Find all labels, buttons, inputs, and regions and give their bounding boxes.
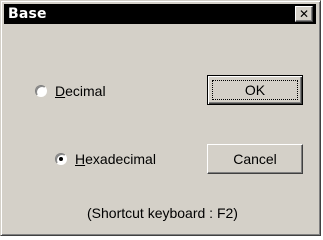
label-rest-hexadecimal: exadecimal bbox=[85, 151, 156, 167]
window-title: Base bbox=[8, 6, 47, 22]
radio-button-decimal[interactable] bbox=[35, 85, 47, 97]
label-rest-decimal: ecimal bbox=[65, 83, 106, 99]
title-bar[interactable]: Base ✕ bbox=[4, 4, 316, 24]
cancel-button[interactable]: Cancel bbox=[207, 144, 303, 174]
mnemonic-d: D bbox=[55, 83, 66, 99]
radio-label-decimal[interactable]: Decimal bbox=[55, 83, 106, 99]
base-dialog: Base ✕ Decimal Hexadecimal OK Cancel (Sh… bbox=[0, 0, 321, 236]
ok-button-label: OK bbox=[244, 82, 266, 98]
radio-button-hexadecimal[interactable] bbox=[55, 153, 67, 165]
mnemonic-h: H bbox=[75, 151, 86, 167]
ok-button[interactable]: OK bbox=[207, 75, 303, 105]
close-button[interactable]: ✕ bbox=[295, 6, 313, 22]
radio-hexadecimal[interactable]: Hexadecimal bbox=[55, 151, 156, 167]
radio-decimal[interactable]: Decimal bbox=[35, 83, 106, 99]
shortcut-hint: (Shortcut keyboard : F2) bbox=[87, 205, 238, 221]
cancel-button-label: Cancel bbox=[233, 151, 277, 167]
close-icon: ✕ bbox=[298, 7, 310, 21]
radio-selected-dot bbox=[59, 157, 63, 161]
radio-label-hexadecimal[interactable]: Hexadecimal bbox=[75, 151, 156, 167]
